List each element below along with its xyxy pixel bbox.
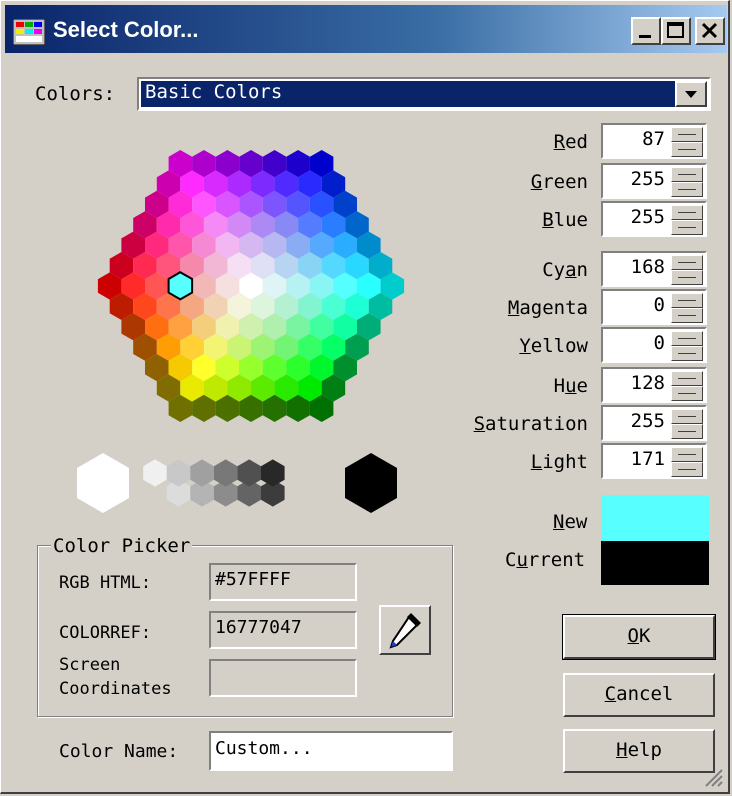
field-label-hue: Hue bbox=[553, 375, 588, 397]
field-label-magenta: Magenta bbox=[507, 297, 588, 319]
spin-red[interactable]: 87 bbox=[601, 123, 707, 159]
field-label-red: Red bbox=[553, 131, 588, 153]
spin-down-button[interactable] bbox=[671, 182, 703, 197]
rgb-html-field[interactable]: #57FFFF bbox=[209, 563, 357, 601]
resize-grip-icon[interactable] bbox=[702, 766, 724, 788]
help-button[interactable]: Help bbox=[563, 729, 715, 773]
colorref-label: COLORREF: bbox=[59, 623, 152, 643]
gray-swatch[interactable] bbox=[237, 459, 261, 487]
minimize-button[interactable] bbox=[631, 17, 661, 45]
spin-cyan[interactable]: 168 bbox=[601, 251, 707, 287]
gray-swatch[interactable] bbox=[190, 459, 214, 487]
spin-up-button[interactable] bbox=[671, 205, 703, 220]
color-name-input[interactable]: Custom... bbox=[209, 731, 453, 771]
spin-up-button[interactable] bbox=[671, 331, 703, 346]
spin-value-hue: 128 bbox=[630, 372, 665, 394]
selected-hex-outline[interactable] bbox=[167, 271, 194, 301]
ok-button[interactable]: OK bbox=[562, 614, 716, 660]
screen-coordinates-field[interactable] bbox=[209, 659, 357, 697]
minimize-icon bbox=[639, 35, 651, 38]
spin-up-button[interactable] bbox=[671, 127, 703, 142]
chevron-down-icon bbox=[685, 91, 697, 98]
select-color-dialog: Select Color... Colors: Basic Colors Red… bbox=[0, 0, 730, 794]
cancel-button-label: Cancel bbox=[604, 683, 674, 705]
close-icon bbox=[701, 22, 718, 39]
screen-coordinates-label-2: Coordinates bbox=[59, 679, 172, 699]
field-label-cyan: Cyan bbox=[542, 259, 588, 281]
spin-down-button[interactable] bbox=[671, 346, 703, 361]
colorref-value: 16777047 bbox=[215, 617, 302, 638]
close-button[interactable] bbox=[695, 17, 725, 45]
spin-value-saturation: 255 bbox=[630, 410, 665, 432]
spin-blue[interactable]: 255 bbox=[601, 201, 707, 237]
gray-swatch[interactable] bbox=[77, 453, 129, 513]
spin-value-cyan: 168 bbox=[630, 256, 665, 278]
spin-down-button[interactable] bbox=[671, 462, 703, 477]
spin-value-red: 87 bbox=[642, 128, 665, 150]
grayscale-swatches[interactable] bbox=[71, 449, 411, 519]
color-name-label: Color Name: bbox=[59, 741, 179, 762]
spin-up-button[interactable] bbox=[671, 167, 703, 182]
spin-hue[interactable]: 128 bbox=[601, 367, 707, 403]
spin-up-button[interactable] bbox=[671, 293, 703, 308]
spin-down-button[interactable] bbox=[671, 386, 703, 401]
spin-down-button[interactable] bbox=[671, 220, 703, 235]
rgb-html-label: RGB HTML: bbox=[59, 573, 152, 593]
new-label: New bbox=[553, 511, 588, 533]
spin-value-blue: 255 bbox=[630, 206, 665, 228]
eyedropper-icon bbox=[389, 613, 421, 649]
maximize-button[interactable] bbox=[661, 17, 691, 45]
spin-magenta[interactable]: 0 bbox=[601, 289, 707, 325]
colors-combo[interactable]: Basic Colors bbox=[137, 77, 711, 111]
field-label-light: Light bbox=[530, 451, 588, 473]
spin-down-button[interactable] bbox=[671, 424, 703, 439]
gray-swatch[interactable] bbox=[261, 459, 285, 487]
rgb-html-value: #57FFFF bbox=[215, 569, 291, 590]
gray-swatch[interactable] bbox=[143, 459, 167, 487]
current-label: Current bbox=[505, 549, 586, 571]
field-label-green: Green bbox=[530, 171, 588, 193]
spin-value-yellow: 0 bbox=[653, 332, 665, 354]
gray-swatch[interactable] bbox=[213, 459, 238, 487]
app-icon bbox=[13, 19, 45, 45]
help-button-label: Help bbox=[616, 739, 662, 761]
window-title: Select Color... bbox=[53, 17, 199, 42]
spin-up-button[interactable] bbox=[671, 447, 703, 462]
spin-down-button[interactable] bbox=[671, 308, 703, 323]
spin-value-light: 171 bbox=[630, 448, 665, 470]
spin-down-button[interactable] bbox=[671, 270, 703, 285]
eyedropper-button[interactable] bbox=[379, 605, 431, 655]
colors-combo-value: Basic Colors bbox=[145, 81, 283, 103]
spin-saturation[interactable]: 255 bbox=[601, 405, 707, 441]
spin-up-button[interactable] bbox=[671, 409, 703, 424]
colors-label: Colors: bbox=[35, 83, 116, 105]
gray-swatch[interactable] bbox=[166, 459, 191, 487]
maximize-icon bbox=[667, 22, 684, 38]
field-label-yellow: Yellow bbox=[519, 335, 588, 357]
current-color-swatch bbox=[601, 541, 709, 585]
color-name-value: Custom... bbox=[215, 738, 313, 759]
spin-green[interactable]: 255 bbox=[601, 163, 707, 199]
spin-up-button[interactable] bbox=[671, 255, 703, 270]
cancel-button[interactable]: Cancel bbox=[563, 673, 715, 717]
spin-down-button[interactable] bbox=[671, 142, 703, 157]
spin-value-green: 255 bbox=[630, 168, 665, 190]
colorref-field[interactable]: 16777047 bbox=[209, 611, 357, 649]
title-bar[interactable]: Select Color... bbox=[5, 5, 727, 53]
spin-value-magenta: 0 bbox=[653, 294, 665, 316]
spin-yellow[interactable]: 0 bbox=[601, 327, 707, 363]
color-hexagon-palette[interactable] bbox=[81, 131, 421, 441]
gray-swatch[interactable] bbox=[345, 453, 397, 513]
spin-up-button[interactable] bbox=[671, 371, 703, 386]
combo-dropdown-button[interactable] bbox=[675, 81, 707, 107]
new-color-swatch bbox=[601, 495, 709, 541]
field-label-saturation: Saturation bbox=[473, 413, 588, 435]
spin-light[interactable]: 171 bbox=[601, 443, 707, 479]
color-picker-group-title: Color Picker bbox=[51, 535, 193, 557]
ok-button-label: OK bbox=[627, 625, 651, 647]
screen-coordinates-label-1: Screen bbox=[59, 655, 121, 675]
field-label-blue: Blue bbox=[542, 209, 588, 231]
